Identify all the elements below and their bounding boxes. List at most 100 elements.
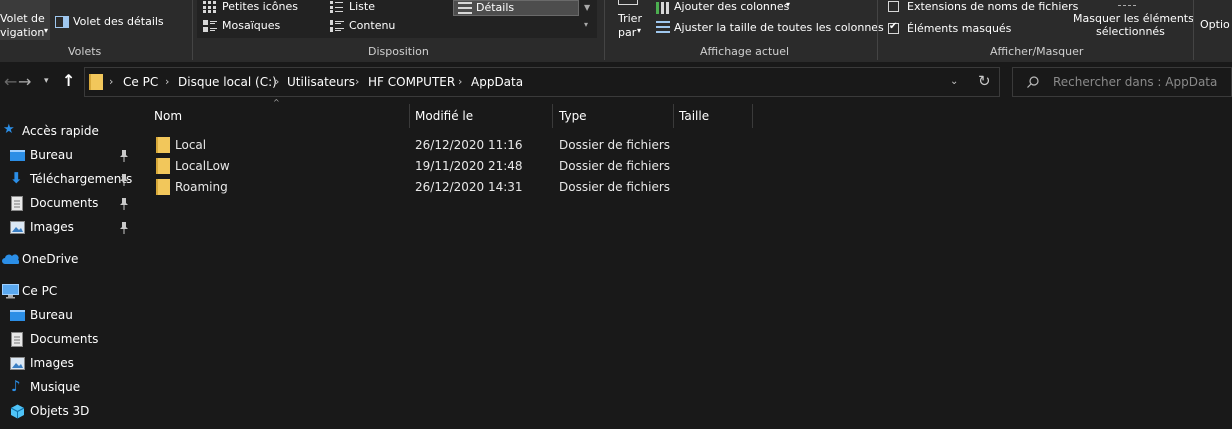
ribbon: Volet de vigation ▾ Volet des détails Vo… — [0, 0, 1232, 62]
nav-label: Ce PC — [22, 284, 58, 298]
column-divider[interactable] — [552, 104, 553, 128]
breadcrumb-hf-computer[interactable]: HF COMPUTER — [368, 75, 455, 89]
nav-quick-documents[interactable]: Documents — [0, 193, 134, 215]
breadcrumb-this-pc[interactable]: Ce PC — [123, 75, 158, 89]
search-placeholder: Rechercher dans : AppData — [1053, 75, 1218, 89]
gallery-scroll[interactable]: ▼ ▾ — [581, 0, 595, 38]
breadcrumb-separator: › — [355, 75, 360, 88]
group-label-show-hide: Afficher/Masquer — [990, 45, 1084, 58]
hide-selected-label-1: Masquer les éléments — [1073, 12, 1194, 25]
navigation-pane-label-1: Volet de — [0, 12, 45, 25]
address-history-dropdown[interactable]: ⌄ — [950, 76, 958, 87]
fit-columns-label: Ajuster la taille de toutes les colonnes — [674, 21, 884, 34]
content-view-icon — [330, 20, 344, 32]
pin-icon[interactable] — [118, 149, 130, 163]
column-divider[interactable] — [409, 104, 410, 128]
small-icons-icon — [203, 1, 216, 13]
hidden-items-checkbox-row[interactable]: ✔ Éléments masqués — [886, 21, 1076, 37]
table-row[interactable]: LocalLow 19/11/2020 21:48 Dossier de fic… — [146, 156, 746, 177]
computer-icon — [2, 284, 19, 299]
hidden-items-checkbox[interactable]: ✔ — [888, 21, 899, 34]
details-option[interactable]: Détails — [453, 0, 579, 16]
nav-pc-documents[interactable]: Documents — [0, 329, 134, 351]
folder-icon — [156, 158, 170, 174]
details-pane-button[interactable]: Volet des détails — [53, 14, 164, 32]
hide-selected-button[interactable]: Masquer les éléments sélectionnés — [1068, 0, 1194, 40]
file-modified: 26/12/2020 14:31 — [415, 180, 523, 194]
column-header-name[interactable]: Nom — [154, 109, 182, 123]
breadcrumb-local-disk[interactable]: Disque local (C:) — [178, 75, 277, 89]
add-columns-label: Ajouter des colonnes — [674, 0, 790, 13]
nav-quick-downloads[interactable]: ⬇ Téléchargements — [0, 169, 134, 191]
desktop-icon — [10, 310, 25, 321]
content-option[interactable]: Contenu — [327, 19, 447, 35]
extensions-checkbox[interactable] — [888, 1, 899, 12]
sort-icon — [618, 0, 638, 5]
sort-ascending-icon: ^ — [273, 98, 280, 107]
column-header-type[interactable]: Type — [559, 109, 587, 123]
nav-label: Images — [30, 220, 74, 234]
file-name: Local — [175, 138, 207, 152]
breadcrumb-users[interactable]: Utilisateurs — [287, 75, 355, 89]
cube-icon — [10, 404, 25, 419]
nav-pc-images[interactable]: Images — [0, 353, 134, 375]
column-header-modified[interactable]: Modifié le — [415, 109, 473, 123]
chevron-down-icon: ▼ — [584, 3, 591, 12]
nav-label: Bureau — [30, 148, 73, 162]
column-header-size[interactable]: Taille — [679, 109, 709, 123]
divider — [192, 0, 193, 60]
nav-label: OneDrive — [22, 252, 79, 266]
navigation-pane-button[interactable]: Volet de vigation ▾ — [0, 0, 50, 40]
details-pane-icon — [55, 16, 69, 28]
divider — [604, 0, 605, 60]
fit-columns-button[interactable]: Ajuster la taille de toutes les colonnes — [654, 20, 884, 36]
options-button[interactable]: Optio — [1197, 0, 1232, 40]
address-bar[interactable]: › Ce PC › Disque local (C:) › Utilisateu… — [84, 67, 1000, 97]
document-icon — [11, 332, 23, 347]
refresh-icon[interactable]: ↻ — [978, 72, 991, 90]
search-icon — [1027, 76, 1039, 88]
pin-icon[interactable] — [118, 221, 130, 235]
extensions-checkbox-row[interactable]: Extensions de noms de fichiers — [886, 0, 1079, 14]
extensions-label: Extensions de noms de fichiers — [907, 0, 1079, 13]
content-label: Contenu — [349, 19, 396, 32]
add-columns-icon — [656, 2, 669, 14]
search-box[interactable]: Rechercher dans : AppData — [1012, 67, 1232, 97]
column-divider[interactable] — [673, 104, 674, 128]
nav-quick-desktop[interactable]: Bureau — [0, 145, 134, 167]
forward-button[interactable]: → — [18, 72, 31, 91]
pin-icon[interactable] — [118, 173, 130, 187]
tiles-option[interactable]: Mosaïques — [200, 19, 320, 35]
column-divider[interactable] — [752, 104, 753, 128]
tiles-label: Mosaïques — [222, 19, 281, 32]
list-label: Liste — [349, 0, 375, 13]
document-icon — [11, 196, 23, 211]
nav-onedrive[interactable]: OneDrive — [0, 249, 134, 271]
file-type: Dossier de fichiers — [559, 138, 671, 152]
divider — [1193, 0, 1194, 60]
back-button[interactable]: ← — [4, 72, 17, 91]
breadcrumb-appdata[interactable]: AppData — [471, 75, 523, 89]
nav-pc-music[interactable]: ♪ Musique — [0, 377, 134, 399]
sort-by-button[interactable]: Trier par ▾ — [612, 0, 648, 40]
table-row[interactable]: Roaming 26/12/2020 14:31 Dossier de fich… — [146, 177, 746, 198]
list-icon — [330, 1, 343, 13]
file-modified: 26/12/2020 11:16 — [415, 138, 523, 152]
nav-pc-desktop[interactable]: Bureau — [0, 305, 134, 327]
list-option[interactable]: Liste — [327, 0, 447, 16]
details-label: Détails — [476, 1, 515, 14]
up-button[interactable]: ↑ — [62, 71, 75, 90]
nav-this-pc[interactable]: Ce PC — [0, 281, 134, 303]
table-row[interactable]: Local 26/12/2020 11:16 Dossier de fichie… — [146, 135, 746, 156]
add-columns-button[interactable]: Ajouter des colonnes ▾ — [654, 0, 804, 16]
chevron-down-icon: ▾ — [44, 26, 49, 35]
recent-locations-button[interactable]: ▾ — [44, 76, 49, 86]
pin-icon[interactable] — [118, 197, 130, 211]
nav-pc-3d-objects[interactable]: Objets 3D — [0, 401, 134, 423]
hide-selected-icon — [1118, 0, 1136, 6]
star-icon: ★ — [3, 122, 15, 137]
details-view-icon — [458, 2, 472, 14]
nav-quick-images[interactable]: Images — [0, 217, 134, 239]
nav-quick-access[interactable]: ★ Accès rapide — [0, 121, 134, 143]
small-icons-option[interactable]: Petites icônes — [200, 0, 320, 16]
